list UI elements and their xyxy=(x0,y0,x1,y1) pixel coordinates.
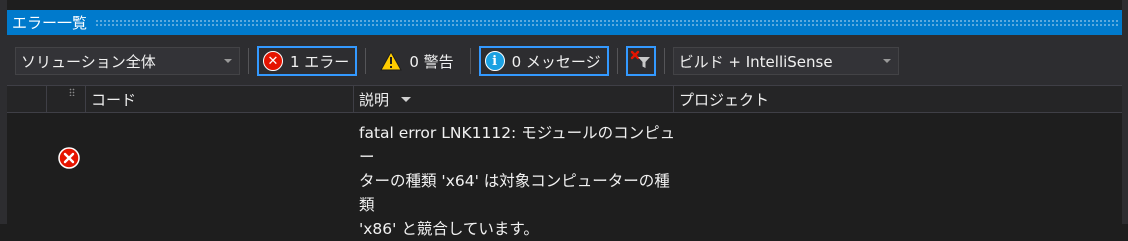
column-header-project-label: プロジェクト xyxy=(679,90,770,109)
messages-filter-label: 0 メッセージ xyxy=(511,52,601,71)
left-edge xyxy=(0,0,7,224)
clear-filter-icon xyxy=(630,49,652,73)
error-list-toolbar: ソリューション全体 ✕ 1 エラー 0 警告 i 0 メッセージ ビルド + I… xyxy=(7,35,1122,85)
error-icon: ✕ xyxy=(263,51,283,71)
toolbar-separator xyxy=(365,48,367,74)
column-header-project[interactable]: プロジェクト xyxy=(674,86,1122,112)
chevron-down-icon xyxy=(882,59,891,63)
errors-filter-label: 1 エラー xyxy=(290,52,350,71)
toolbar-separator xyxy=(616,48,618,74)
column-header-suppression[interactable] xyxy=(47,86,86,112)
column-chooser-icon[interactable] xyxy=(69,88,75,96)
info-icon: i xyxy=(484,51,505,71)
column-header-description[interactable]: 説明 xyxy=(354,86,674,112)
column-header-severity[interactable] xyxy=(7,86,47,112)
toolbar-separator xyxy=(248,48,249,74)
error-description: fatal error LNK1112: モジュールのコンピュー ターの種類 '… xyxy=(359,124,676,238)
error-list-header: コード 説明 プロジェクト xyxy=(7,85,1122,113)
table-row[interactable]: fatal error LNK1112: モジュールのコンピュー ターの種類 '… xyxy=(7,113,1122,238)
warnings-filter-label: 0 警告 xyxy=(409,52,454,71)
clear-filter-button[interactable] xyxy=(625,46,656,76)
column-header-description-label: 説明 xyxy=(359,90,390,109)
tool-window-title-bar[interactable]: エラー一覧 xyxy=(7,10,1122,35)
toolbar-separator xyxy=(663,48,665,74)
messages-filter-button[interactable]: i 0 メッセージ xyxy=(478,46,609,76)
column-header-code-label: コード xyxy=(91,90,137,109)
right-edge xyxy=(1122,0,1128,224)
build-source-dropdown[interactable]: ビルド + IntelliSense xyxy=(672,47,899,75)
title-bar-grip[interactable] xyxy=(95,19,1118,26)
column-header-code[interactable]: コード xyxy=(86,86,354,112)
errors-filter-button[interactable]: ✕ 1 エラー xyxy=(257,46,358,76)
sort-descending-icon xyxy=(401,96,412,102)
warning-icon xyxy=(380,50,403,71)
chevron-down-icon xyxy=(224,59,232,63)
error-icon xyxy=(58,147,80,173)
warnings-filter-button[interactable]: 0 警告 xyxy=(374,46,461,76)
toolbar-separator xyxy=(469,48,471,74)
scope-dropdown-value: ソリューション全体 xyxy=(21,52,156,71)
scope-dropdown[interactable]: ソリューション全体 xyxy=(15,47,240,75)
window-title: エラー一覧 xyxy=(12,14,88,32)
error-list-rows: fatal error LNK1112: モジュールのコンピュー ターの種類 '… xyxy=(7,113,1122,238)
build-source-dropdown-value: ビルド + IntelliSense xyxy=(678,52,833,71)
